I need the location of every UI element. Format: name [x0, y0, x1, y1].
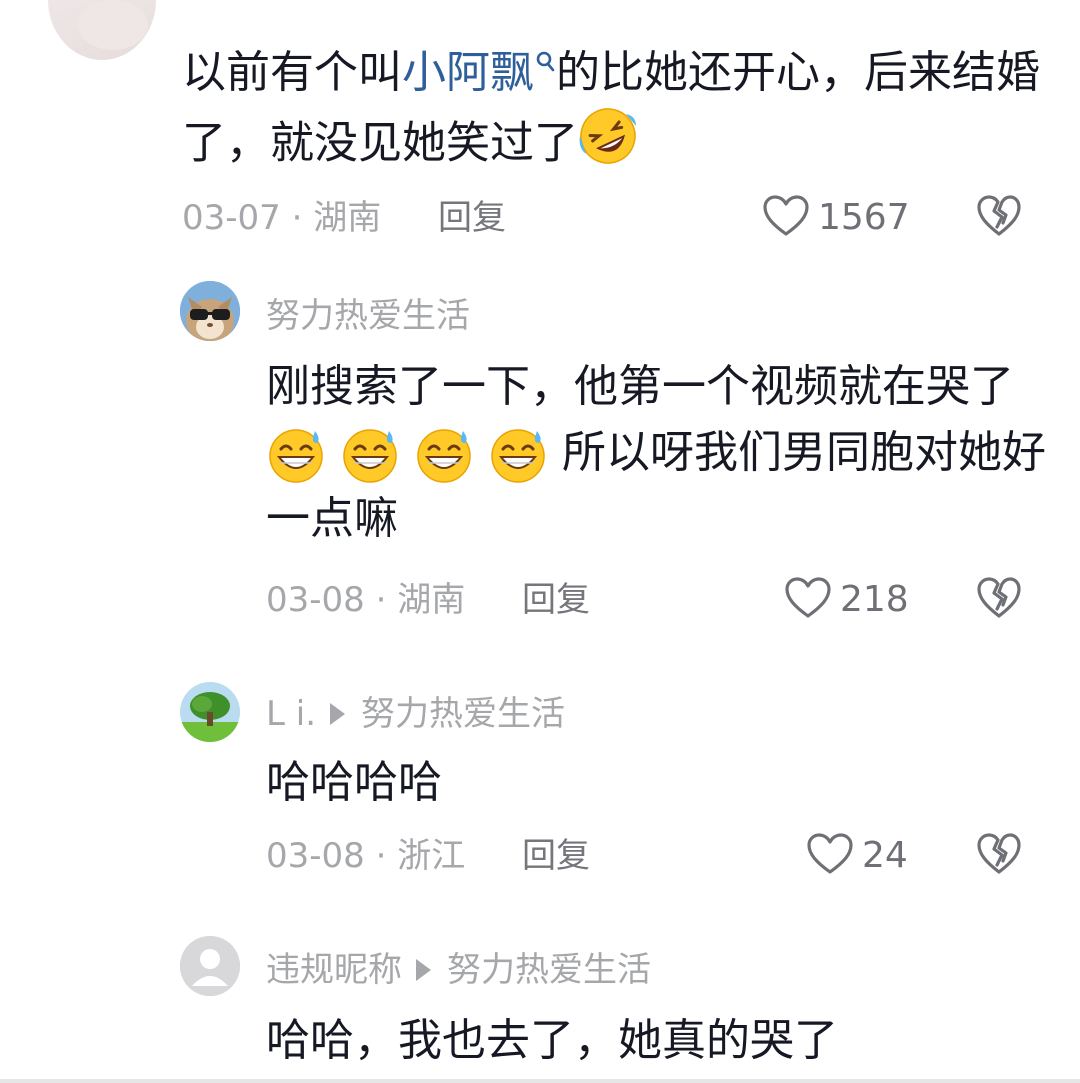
- cat-sunglasses-avatar-icon: [180, 281, 240, 341]
- like-button[interactable]: [762, 194, 810, 238]
- comment-text: 哈哈哈哈: [266, 757, 442, 808]
- avatar[interactable]: [180, 936, 240, 996]
- broken-heart-icon: [977, 577, 1021, 618]
- reply-button[interactable]: 回复: [438, 198, 506, 238]
- broken-heart-icon: [977, 195, 1021, 236]
- comment-reply-header: L i. 努力热爱生活: [266, 694, 565, 734]
- comment-meta: 03-07 · 湖南: [182, 198, 381, 238]
- reply-arrow-icon: [416, 959, 431, 981]
- comment-location: 湖南: [313, 198, 382, 238]
- comment-date: 03-08: [266, 836, 365, 876]
- comment-text: 以前有个叫小阿飘 的比她还开心，后来结婚了，就没见她笑过了: [182, 40, 1042, 185]
- heart-icon: [807, 833, 853, 874]
- like-count: 1567: [818, 197, 910, 238]
- reply-button[interactable]: 回复: [522, 836, 590, 876]
- avatar[interactable]: [180, 682, 240, 742]
- reply-button[interactable]: 回复: [522, 580, 590, 620]
- like-button[interactable]: [806, 832, 854, 876]
- default-user-avatar-icon: [180, 936, 240, 996]
- comment-meta: 03-08 · 浙江: [266, 836, 465, 876]
- grinning-sweat-emoji: [269, 429, 323, 483]
- comment-username[interactable]: 努力热爱生活: [266, 296, 470, 336]
- like-count: 24: [862, 835, 908, 876]
- comment-line: 所以呀我们男同胞对她好: [266, 420, 1046, 486]
- comment-line: 一点嘛: [266, 493, 398, 544]
- dislike-button[interactable]: [976, 194, 1022, 238]
- comment-text: 哈哈，我也去了，她真的哭了: [266, 1015, 838, 1066]
- meta-separator: ·: [364, 580, 398, 620]
- comment-username[interactable]: L i.: [266, 694, 316, 734]
- comment-location: 湖南: [397, 580, 466, 620]
- reply-to-username[interactable]: 努力热爱生活: [447, 950, 651, 990]
- rolling-laughing-emoji: [578, 106, 638, 185]
- divider: [0, 1079, 1080, 1083]
- grinning-sweat-emoji: [491, 429, 545, 483]
- dislike-button[interactable]: [976, 576, 1022, 620]
- comment-text-part: 所以呀我们男同胞对她好: [562, 427, 1046, 478]
- avatar[interactable]: [48, 0, 156, 60]
- dislike-button[interactable]: [976, 832, 1022, 876]
- reply-arrow-icon: [330, 703, 346, 725]
- comment-text-part: 以前有个叫: [182, 47, 402, 98]
- like-button[interactable]: [784, 576, 832, 620]
- search-link-label: 小阿飘: [402, 47, 534, 98]
- comment-meta: 03-08 · 湖南: [266, 580, 465, 620]
- reply-to-username[interactable]: 努力热爱生活: [361, 694, 565, 734]
- search-icon: [536, 51, 555, 72]
- comment-text: 刚搜索了一下，他第一个视频就在哭了 所以呀我们男同胞对她好 一点嘛: [266, 354, 1046, 552]
- tree-avatar-icon: [180, 682, 240, 742]
- heart-icon: [785, 577, 831, 618]
- broken-heart-icon: [977, 833, 1021, 874]
- comment-location: 浙江: [397, 836, 466, 876]
- heart-icon: [763, 195, 809, 236]
- comment-line: 刚搜索了一下，他第一个视频就在哭了: [266, 361, 1014, 412]
- avatar[interactable]: [180, 281, 240, 341]
- search-link[interactable]: 小阿飘: [402, 47, 556, 98]
- comment-reply-header: 违规昵称 努力热爱生活: [266, 950, 651, 990]
- emoji-group: [266, 427, 562, 483]
- comment-username[interactable]: 违规昵称: [266, 950, 402, 990]
- meta-separator: ·: [280, 198, 314, 238]
- comment-date: 03-07: [182, 198, 281, 238]
- comment-date: 03-08: [266, 580, 365, 620]
- like-count: 218: [840, 579, 909, 620]
- grinning-sweat-emoji: [417, 429, 471, 483]
- grinning-sweat-emoji: [343, 429, 397, 483]
- meta-separator: ·: [364, 836, 398, 876]
